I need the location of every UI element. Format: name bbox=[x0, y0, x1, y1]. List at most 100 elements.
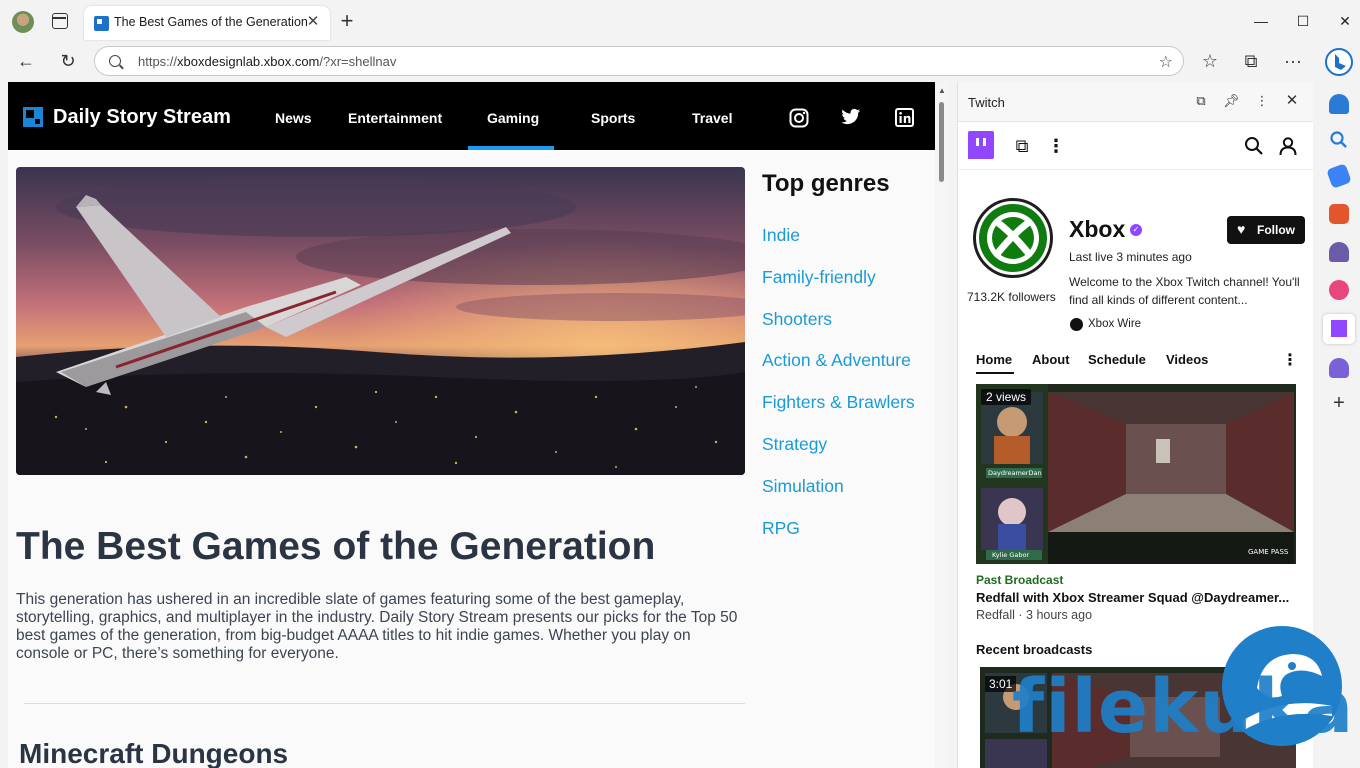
nav-sports[interactable]: Sports bbox=[591, 110, 635, 126]
tab-actions-icon[interactable] bbox=[52, 13, 68, 29]
search-icon bbox=[109, 55, 121, 67]
recent-broadcasts-title: Recent broadcasts bbox=[976, 642, 1093, 657]
nav-entertainment[interactable]: Entertainment bbox=[348, 110, 442, 126]
twitch-sidebar-icon[interactable] bbox=[1323, 314, 1355, 344]
tab-title: The Best Games of the Generation bbox=[114, 15, 308, 29]
channel-avatar[interactable] bbox=[973, 198, 1053, 278]
verified-badge-icon: ✓ bbox=[1130, 224, 1142, 236]
page-scrollbar[interactable]: ▲ bbox=[935, 82, 948, 768]
svg-text:DaydreamerDan: DaydreamerDan bbox=[988, 469, 1042, 477]
twitch-topbar: ⧉ ⋮ bbox=[958, 122, 1313, 170]
article-title: The Best Games of the Generation bbox=[16, 525, 656, 568]
back-icon[interactable]: ← bbox=[13, 48, 39, 74]
more-menu-icon[interactable]: ··· bbox=[1280, 48, 1306, 74]
search-icon[interactable] bbox=[1244, 136, 1264, 156]
linkedin-icon[interactable] bbox=[894, 108, 914, 128]
views-badge: 2 views bbox=[981, 389, 1032, 405]
nav-gaming[interactable]: Gaming bbox=[487, 110, 539, 126]
genre-link-rpg[interactable]: RPG bbox=[762, 518, 800, 539]
svg-text:GAME PASS: GAME PASS bbox=[1248, 548, 1289, 556]
maximize-icon[interactable]: ☐ bbox=[1288, 10, 1318, 32]
xbox-team-icon bbox=[1070, 318, 1083, 331]
genre-link-fighters-brawlers[interactable]: Fighters & Brawlers bbox=[762, 392, 915, 413]
edge-sidebar: + bbox=[1318, 44, 1360, 768]
refresh-icon[interactable]: ↻ bbox=[55, 48, 81, 74]
favorites-icon[interactable]: ☆ bbox=[1197, 48, 1223, 74]
genre-link-action-adventure[interactable]: Action & Adventure bbox=[762, 350, 911, 371]
genre-link-simulation[interactable]: Simulation bbox=[762, 476, 844, 497]
scroll-up-arrow-icon[interactable]: ▲ bbox=[938, 86, 946, 95]
tab-about[interactable]: About bbox=[1032, 352, 1070, 367]
follower-count: 713.2K followers bbox=[967, 290, 1056, 304]
heart-icon: ♥ bbox=[1237, 221, 1246, 237]
genre-link-strategy[interactable]: Strategy bbox=[762, 434, 827, 455]
tab-home[interactable]: Home bbox=[976, 352, 1012, 367]
nav-news[interactable]: News bbox=[275, 110, 312, 126]
panel-header: Twitch ⧉ 📌︎ ⋮ ✕ bbox=[958, 82, 1313, 122]
site-header: Daily Story Stream News Entertainment Ga… bbox=[8, 82, 935, 150]
tabs-more-icon[interactable]: ⋮ bbox=[1282, 350, 1298, 370]
article-body: This generation has ushered in an incred… bbox=[16, 591, 738, 662]
browser-title-bar: The Best Games of the Generation ✕ + — ☐… bbox=[0, 0, 1360, 44]
panel-more-icon[interactable]: ⋮ bbox=[1254, 93, 1270, 109]
webpage: Daily Story Stream News Entertainment Ga… bbox=[8, 82, 935, 768]
site-logo-icon[interactable] bbox=[23, 107, 43, 127]
shopping-icon[interactable] bbox=[1326, 163, 1352, 189]
nav-travel[interactable]: Travel bbox=[692, 110, 732, 126]
notifications-icon[interactable] bbox=[1329, 94, 1349, 114]
twitch-logo-icon[interactable] bbox=[968, 131, 994, 159]
duration-badge: 3:01 bbox=[985, 676, 1017, 692]
site-favicon-icon bbox=[94, 16, 109, 31]
games-icon[interactable] bbox=[1329, 242, 1349, 262]
channel-name[interactable]: Xbox bbox=[1069, 216, 1125, 243]
pin-icon[interactable]: 📌︎ bbox=[1223, 93, 1240, 109]
recent-broadcast-thumbnail[interactable]: 3:01 bbox=[980, 667, 1296, 768]
genre-link-indie[interactable]: Indie bbox=[762, 225, 800, 246]
svg-text:Kylie Gabor: Kylie Gabor bbox=[992, 551, 1029, 559]
add-sidebar-app-icon[interactable]: + bbox=[1329, 393, 1349, 414]
site-name[interactable]: Daily Story Stream bbox=[53, 106, 231, 129]
copy-icon[interactable]: ⧉ bbox=[1012, 136, 1032, 156]
minimize-icon[interactable]: — bbox=[1246, 10, 1276, 32]
channel-description: Welcome to the Xbox Twitch channel! You'… bbox=[1069, 275, 1300, 307]
add-favorite-icon[interactable]: ☆ bbox=[1159, 52, 1173, 72]
genre-link-family-friendly[interactable]: Family-friendly bbox=[762, 267, 876, 288]
office-icon[interactable] bbox=[1329, 280, 1349, 300]
address-bar[interactable]: https://xboxdesignlab.xbox.com/?xr=shell… bbox=[94, 46, 1184, 76]
instagram-icon[interactable] bbox=[789, 108, 809, 128]
close-tab-icon[interactable]: ✕ bbox=[304, 13, 322, 31]
bing-copilot-icon[interactable] bbox=[1325, 48, 1353, 76]
team-name[interactable]: Xbox Wire bbox=[1088, 318, 1141, 330]
genre-link-shooters[interactable]: Shooters bbox=[762, 309, 832, 330]
user-icon[interactable] bbox=[1278, 136, 1298, 156]
new-tab-icon[interactable]: + bbox=[336, 10, 358, 32]
panel-title: Twitch bbox=[968, 95, 1005, 110]
tab-schedule[interactable]: Schedule bbox=[1088, 352, 1146, 367]
browser-tab[interactable]: The Best Games of the Generation ✕ bbox=[84, 6, 330, 40]
follow-button[interactable]: ♥ Follow bbox=[1227, 216, 1305, 244]
divider bbox=[24, 703, 745, 704]
tab-videos[interactable]: Videos bbox=[1166, 352, 1208, 367]
tools-icon[interactable] bbox=[1329, 204, 1349, 224]
scroll-thumb[interactable] bbox=[939, 102, 944, 182]
close-panel-icon[interactable]: ✕ bbox=[1284, 93, 1300, 109]
video-meta: Redfall · 3 hours ago bbox=[976, 608, 1093, 622]
search-sidebar-icon[interactable] bbox=[1329, 130, 1349, 150]
twitter-icon[interactable] bbox=[841, 108, 861, 128]
last-live-status: Last live 3 minutes ago bbox=[1069, 250, 1192, 264]
close-window-icon[interactable]: ✕ bbox=[1330, 10, 1360, 32]
twitch-more-icon[interactable]: ⋮ bbox=[1046, 136, 1066, 156]
video-thumbnail[interactable]: GAME PASS DaydreamerDan Kylie Gabor 2 vi… bbox=[976, 384, 1296, 564]
active-nav-indicator bbox=[468, 146, 554, 150]
url-text[interactable]: https://xboxdesignlab.xbox.com/?xr=shell… bbox=[138, 54, 396, 69]
drop-icon[interactable] bbox=[1329, 358, 1349, 378]
video-category-label: Past Broadcast bbox=[976, 573, 1064, 587]
video-title[interactable]: Redfall with Xbox Streamer Squad @Daydre… bbox=[976, 590, 1301, 605]
toolbar: ← ↻ https://xboxdesignlab.xbox.com/?xr=s… bbox=[0, 44, 1318, 78]
section-heading: Minecraft Dungeons bbox=[19, 738, 289, 768]
profile-avatar-icon[interactable] bbox=[12, 11, 34, 33]
open-in-tab-icon[interactable]: ⧉ bbox=[1193, 93, 1209, 109]
hero-image[interactable] bbox=[16, 167, 745, 475]
sidebar-panel: Twitch ⧉ 📌︎ ⋮ ✕ ⧉ ⋮ Xbox ✓ ♥ Follow Last… bbox=[957, 82, 1313, 768]
collections-icon[interactable]: ⧉ bbox=[1238, 48, 1264, 74]
